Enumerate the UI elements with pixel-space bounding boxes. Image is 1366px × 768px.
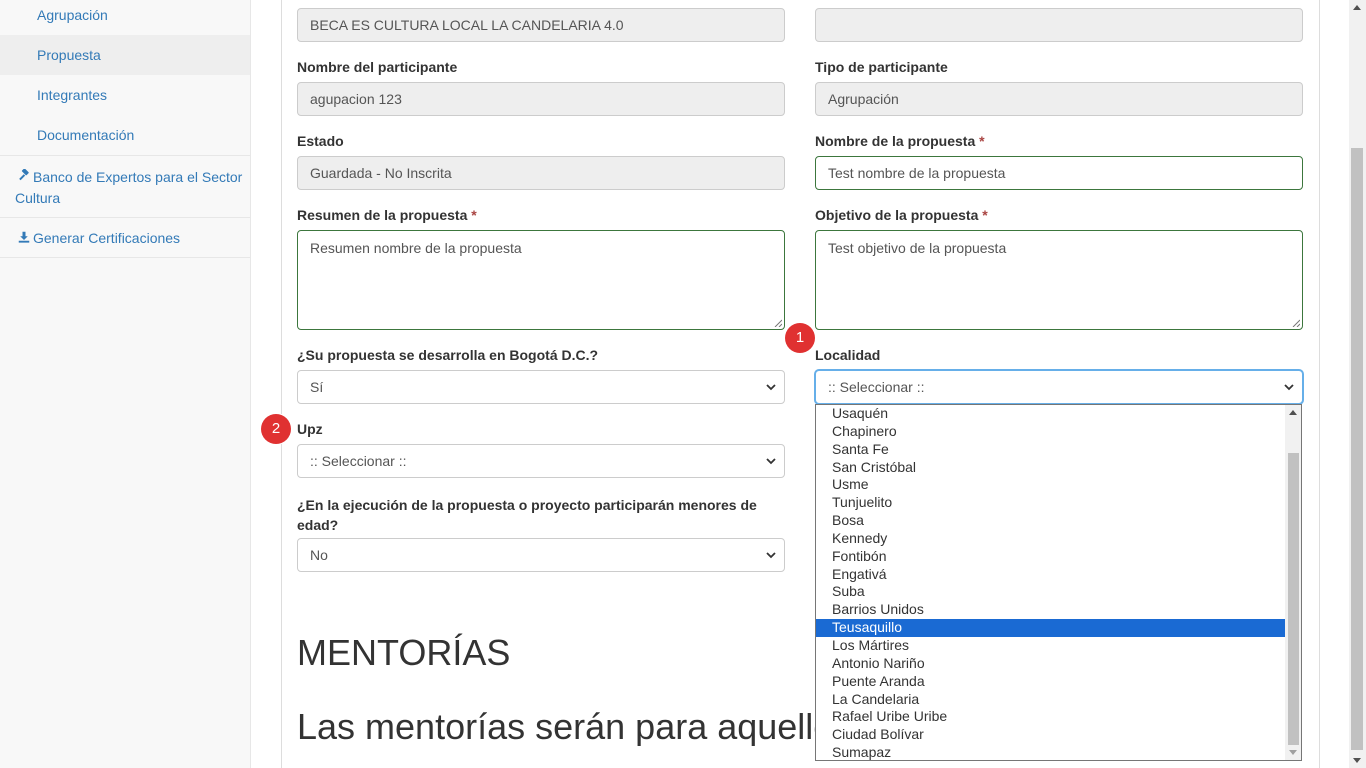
sidebar-item-label: Agrupación <box>37 7 108 23</box>
resize-grip-icon[interactable] <box>1292 319 1300 327</box>
localidad-select[interactable]: :: Seleccionar :: <box>815 370 1303 404</box>
localidad-option[interactable]: Bosa <box>816 512 1285 530</box>
tipo-participante-label: Tipo de participante <box>815 59 948 75</box>
localidad-option[interactable]: Los Mártires <box>816 637 1285 655</box>
chevron-down-icon <box>766 539 776 560</box>
estado-field[interactable]: Guardada - No Inscrita <box>297 156 785 190</box>
sidebar-item-label: Propuesta <box>37 47 101 63</box>
localidad-option[interactable]: Teusaquillo <box>816 619 1285 637</box>
localidad-option[interactable]: La Candelaria <box>816 691 1285 709</box>
nombre-participante-field[interactable]: agupacion 123 <box>297 82 785 116</box>
sidebar-item-documentacion[interactable]: Documentación <box>0 115 250 155</box>
estado-value: Guardada - No Inscrita <box>310 165 452 181</box>
sidebar-item-label: Documentación <box>37 127 135 143</box>
localidad-option[interactable]: Rafael Uribe Uribe <box>816 708 1285 726</box>
localidad-option[interactable]: Kennedy <box>816 530 1285 548</box>
localidad-option[interactable]: Usaquén <box>816 405 1285 423</box>
tipo-participante-field[interactable]: Agrupación <box>815 82 1303 116</box>
scroll-down-arrow-icon[interactable] <box>1353 758 1361 763</box>
scroll-up-arrow-icon[interactable] <box>1289 410 1297 415</box>
codigo-field[interactable] <box>815 8 1303 42</box>
scroll-up-arrow-icon[interactable] <box>1353 5 1361 10</box>
step-badge-1: 1 <box>785 323 815 353</box>
sidebar-item-integrantes[interactable]: Integrantes <box>0 75 250 115</box>
localidad-option[interactable]: Puente Aranda <box>816 673 1285 691</box>
localidad-select-value: :: Seleccionar :: <box>828 379 925 395</box>
localidad-option[interactable]: Tunjuelito <box>816 494 1285 512</box>
nombre-participante-value: agupacion 123 <box>310 91 402 107</box>
sidebar-item-banco-expertos[interactable]: Banco de Expertos para el Sector Cultura <box>0 155 250 217</box>
sidebar-item-label: Generar Certificaciones <box>33 230 181 246</box>
sidebar-item-agrupacion[interactable]: Agrupación <box>0 0 250 35</box>
nombre-participante-label: Nombre del participante <box>297 59 458 75</box>
step-badge-2: 2 <box>261 414 291 444</box>
nombre-propuesta-label: Nombre de la propuesta <box>815 133 976 149</box>
localidad-option[interactable]: Ciudad Bolívar <box>816 726 1285 744</box>
page-scroll-thumb[interactable] <box>1351 148 1363 750</box>
required-mark: * <box>471 207 477 223</box>
resumen-value: Resumen nombre de la propuesta <box>310 240 522 256</box>
sidebar: Agrupación Propuesta Integrantes Documen… <box>0 0 251 768</box>
upz-label: Upz <box>297 421 323 437</box>
resumen-label-wrap: Resumen de la propuesta * <box>297 207 477 223</box>
dropdown-scrollbar[interactable] <box>1285 405 1301 760</box>
dropdown-scroll-thumb[interactable] <box>1288 453 1299 745</box>
localidad-option[interactable]: San Cristóbal <box>816 459 1285 477</box>
sidebar-item-label: Banco de Expertos para el Sector Cultura <box>15 169 243 206</box>
localidad-option[interactable]: Santa Fe <box>816 441 1285 459</box>
resumen-textarea[interactable]: Resumen nombre de la propuesta <box>297 230 785 330</box>
localidad-option[interactable]: Fontibón <box>816 548 1285 566</box>
estado-label: Estado <box>297 133 344 149</box>
resize-grip-icon[interactable] <box>774 319 782 327</box>
nombre-propuesta-value: Test nombre de la propuesta <box>828 165 1006 181</box>
nombre-propuesta-input[interactable]: Test nombre de la propuesta <box>815 156 1303 190</box>
chevron-down-icon <box>766 445 776 466</box>
sidebar-item-propuesta[interactable]: Propuesta <box>0 35 250 75</box>
nombre-propuesta-label-wrap: Nombre de la propuesta * <box>815 133 985 149</box>
upz-select[interactable]: :: Seleccionar :: <box>297 444 785 478</box>
page-scrollbar[interactable] <box>1349 0 1366 768</box>
localidad-dropdown-list[interactable]: Usaquén Chapinero Santa Fe San Cristóbal Usm… <box>815 404 1302 761</box>
scroll-down-arrow-icon[interactable] <box>1289 750 1297 755</box>
chevron-down-icon <box>766 371 776 392</box>
bogota-label: ¿Su propuesta se desarrolla en Bogotá D.… <box>297 347 599 363</box>
objetivo-label-wrap: Objetivo de la propuesta * <box>815 207 988 223</box>
bogota-select[interactable]: Sí <box>297 370 785 404</box>
required-mark: * <box>982 207 988 223</box>
resumen-label: Resumen de la propuesta <box>297 207 468 223</box>
menores-select-value: No <box>310 547 328 563</box>
objetivo-textarea[interactable]: Test objetivo de la propuesta <box>815 230 1303 330</box>
localidad-option[interactable]: Usme <box>816 476 1285 494</box>
localidad-option[interactable]: Barrios Unidos <box>816 601 1285 619</box>
tipo-participante-value: Agrupación <box>828 91 899 107</box>
download-icon <box>15 219 33 259</box>
localidad-options: Usaquén Chapinero Santa Fe San Cristóbal Usm… <box>816 405 1301 760</box>
required-mark: * <box>979 133 985 149</box>
sidebar-item-certificaciones[interactable]: Generar Certificaciones <box>0 217 250 258</box>
localidad-option[interactable]: Engativá <box>816 566 1285 584</box>
convocatoria-field[interactable]: BECA ES CULTURA LOCAL LA CANDELARIA 4.0 <box>297 8 785 42</box>
objetivo-value: Test objetivo de la propuesta <box>828 240 1007 256</box>
chevron-down-icon <box>1284 371 1294 392</box>
mentorias-heading: MENTORÍAS <box>297 632 511 673</box>
mentorias-text: Las mentorías serán para aquellos selecc… <box>297 708 837 746</box>
localidad-option[interactable]: Suba <box>816 583 1285 601</box>
convocatoria-value: BECA ES CULTURA LOCAL LA CANDELARIA 4.0 <box>310 17 624 33</box>
upz-select-value: :: Seleccionar :: <box>310 453 407 469</box>
localidad-option[interactable]: Chapinero <box>816 423 1285 441</box>
menores-label: ¿En la ejecución de la propuesta o proye… <box>297 497 757 533</box>
sidebar-item-label: Integrantes <box>37 87 108 103</box>
bogota-select-value: Sí <box>310 379 324 395</box>
localidad-label: Localidad <box>815 347 881 363</box>
localidad-option[interactable]: Sumapaz <box>816 744 1285 760</box>
menores-select[interactable]: No <box>297 538 785 572</box>
objetivo-label: Objetivo de la propuesta <box>815 207 979 223</box>
localidad-option[interactable]: Antonio Nariño <box>816 655 1285 673</box>
gavel-icon <box>15 168 33 188</box>
